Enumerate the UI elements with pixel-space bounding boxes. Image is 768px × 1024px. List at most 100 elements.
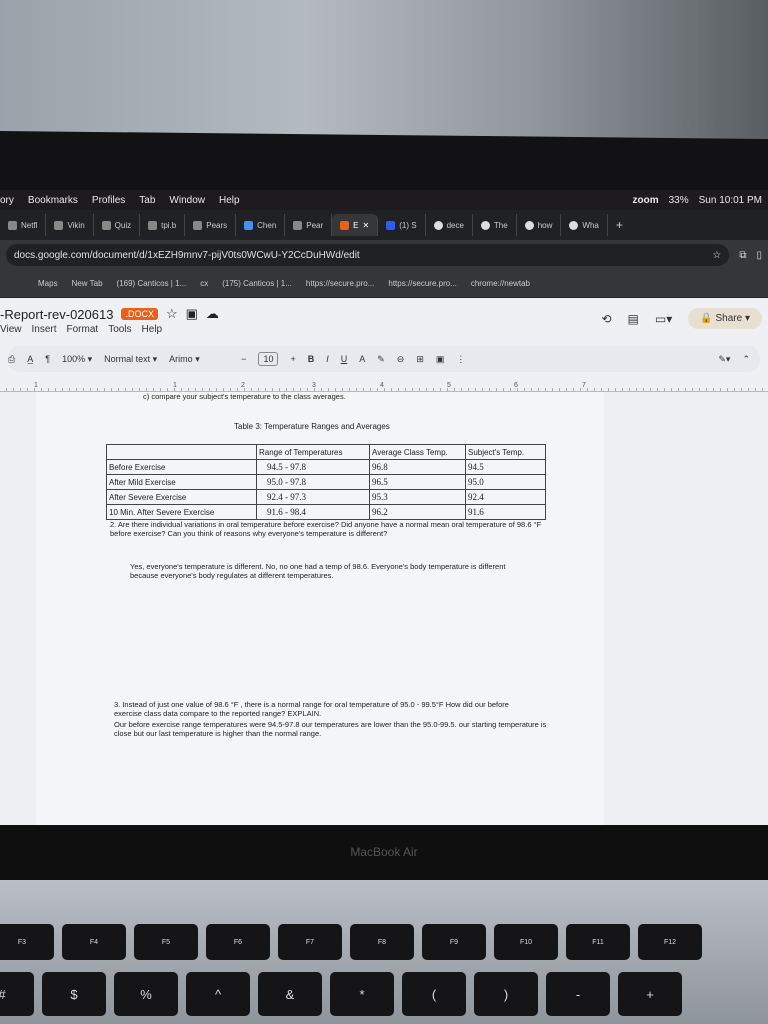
bookmark[interactable]: (169) Canticos | 1...	[117, 279, 187, 288]
font-value: Arimo	[169, 353, 193, 364]
tab[interactable]: Quiz	[94, 214, 141, 236]
font-select[interactable]: Arimo ▾	[169, 354, 229, 365]
document-title[interactable]: -Report-rev-020613	[0, 307, 113, 322]
editing-mode-icon[interactable]: ✎▾	[718, 354, 730, 365]
bookmark[interactable]: cx	[200, 279, 208, 288]
bold-button[interactable]: B	[308, 354, 315, 364]
decrease-font-button[interactable]: −	[241, 354, 246, 364]
ruler[interactable]: 1 1 2 3 4 5 6 7	[0, 382, 768, 392]
spellcheck-icon[interactable]: A̲	[27, 354, 33, 364]
tab[interactable]: Pears	[185, 214, 237, 236]
tab-active-docs[interactable]: E ✕	[332, 214, 379, 236]
zoom-select[interactable]: 100% ▾	[62, 354, 92, 365]
bookmark[interactable]: Maps	[38, 279, 58, 288]
mac-menubar: ory Bookmarks Profiles Tab Window Help z…	[0, 190, 768, 210]
key[interactable]: &	[258, 972, 322, 1016]
menu-window[interactable]: Window	[169, 195, 205, 206]
tab[interactable]: how	[517, 214, 562, 236]
link-icon[interactable]: ⊖	[397, 354, 405, 365]
cell: After Severe Exercise	[106, 489, 257, 505]
tab[interactable]: (1) S	[378, 214, 426, 236]
star-icon[interactable]: ☆	[166, 306, 178, 322]
key[interactable]: F5	[134, 924, 198, 960]
table-row: Before Exercise 94.5 - 97.8 96.8 94.5	[106, 459, 546, 475]
clock[interactable]: Sun 10:01 PM	[699, 195, 762, 206]
underline-button[interactable]: U	[341, 354, 348, 364]
document-page[interactable]: c) compare your subject's temperature to…	[36, 392, 604, 828]
bookmark[interactable]: https://secure.pro...	[306, 279, 374, 288]
tab[interactable]: Vikin	[46, 214, 94, 236]
key[interactable]: F12	[638, 924, 702, 960]
bookmark[interactable]: (175) Canticos | 1...	[222, 279, 292, 288]
key[interactable]: F9	[422, 924, 486, 960]
version-history-icon[interactable]: ⟲	[601, 312, 611, 326]
star-icon[interactable]: ☆	[712, 250, 721, 261]
key[interactable]: F6	[206, 924, 270, 960]
key[interactable]: #	[0, 972, 34, 1016]
paint-format-icon[interactable]: ¶	[45, 354, 50, 364]
comments-icon[interactable]: ▤	[628, 312, 639, 326]
style-select[interactable]: Normal text ▾	[104, 354, 157, 365]
share-button[interactable]: 🔒 Share ▾	[688, 308, 762, 329]
tab[interactable]: The	[473, 214, 517, 236]
text-color-button[interactable]: A	[359, 354, 365, 364]
address-bar[interactable]: docs.google.com/document/d/1xEZH9mnv7-pi…	[6, 244, 730, 266]
docs-icon	[340, 220, 350, 230]
menu-help[interactable]: Help	[219, 195, 240, 206]
comment-icon[interactable]: ⊞	[416, 354, 424, 365]
extensions-icon[interactable]: ⧉	[739, 250, 746, 261]
key[interactable]: (	[402, 972, 466, 1016]
new-tab-button[interactable]: +	[608, 218, 623, 232]
key[interactable]: *	[330, 972, 394, 1016]
tab[interactable]: Chen	[236, 214, 286, 236]
menu-tab[interactable]: Tab	[139, 195, 155, 206]
zoom-status[interactable]: zoom	[633, 195, 659, 206]
tab[interactable]: dece	[426, 214, 473, 236]
menu-help[interactable]: Help	[142, 324, 163, 335]
more-icon[interactable]: ⋮	[456, 354, 465, 365]
menu-history[interactable]: ory	[0, 195, 14, 206]
key[interactable]: ^	[186, 972, 250, 1016]
key[interactable]: F8	[350, 924, 414, 960]
keyboard: F3 F4 F5 F6 F7 F8 F9 F10 F11 F12 # $ % ^…	[0, 880, 768, 1024]
increase-font-button[interactable]: +	[290, 354, 295, 364]
meet-icon[interactable]: ▭▾	[655, 312, 672, 326]
key[interactable]: $	[42, 972, 106, 1016]
key[interactable]: F7	[278, 924, 342, 960]
move-folder-icon[interactable]: ▣	[186, 306, 198, 322]
font-size-input[interactable]: 10	[258, 352, 279, 366]
key[interactable]: %	[114, 972, 178, 1016]
menu-format[interactable]: Format	[67, 324, 99, 335]
tab[interactable]: Pear	[285, 214, 333, 236]
italic-button[interactable]: I	[326, 354, 329, 364]
menu-bookmarks[interactable]: Bookmarks	[28, 195, 78, 206]
bookmark[interactable]: chrome://newtab	[471, 279, 530, 288]
print-icon[interactable]: ⎙	[8, 354, 15, 365]
menu-tools[interactable]: Tools	[108, 324, 131, 335]
menu-profiles[interactable]: Profiles	[92, 195, 125, 206]
header-cell: Range of Temperatures	[256, 444, 370, 460]
tab[interactable]: Wha	[561, 214, 608, 236]
laptop-label: MacBook Air	[350, 845, 418, 859]
tab[interactable]: Netfl	[0, 214, 47, 236]
key[interactable]: F4	[62, 924, 126, 960]
key[interactable]: +	[618, 972, 682, 1016]
cell: 96.8	[369, 459, 466, 475]
menu-view[interactable]: View	[0, 324, 22, 335]
key[interactable]: F10	[494, 924, 558, 960]
key[interactable]: )	[474, 972, 538, 1016]
key[interactable]: F11	[566, 924, 630, 960]
key[interactable]: F3	[0, 924, 54, 960]
bookmark[interactable]: New Tab	[72, 279, 103, 288]
bookmark[interactable]: https://secure.pro...	[388, 279, 456, 288]
close-icon[interactable]: ✕	[363, 221, 370, 230]
menu-insert[interactable]: Insert	[32, 324, 57, 335]
highlight-icon[interactable]: ✎	[377, 354, 385, 365]
key[interactable]: -	[546, 972, 610, 1016]
tab[interactable]: tpi.b	[140, 214, 186, 236]
tab-label: Wha	[582, 220, 599, 230]
collapse-icon[interactable]: ⌃	[742, 354, 750, 365]
sidebar-icon[interactable]: ▯	[756, 250, 762, 261]
temperature-table[interactable]: Range of Temperatures Average Class Temp.…	[106, 444, 546, 520]
image-icon[interactable]: ▣	[436, 354, 445, 365]
